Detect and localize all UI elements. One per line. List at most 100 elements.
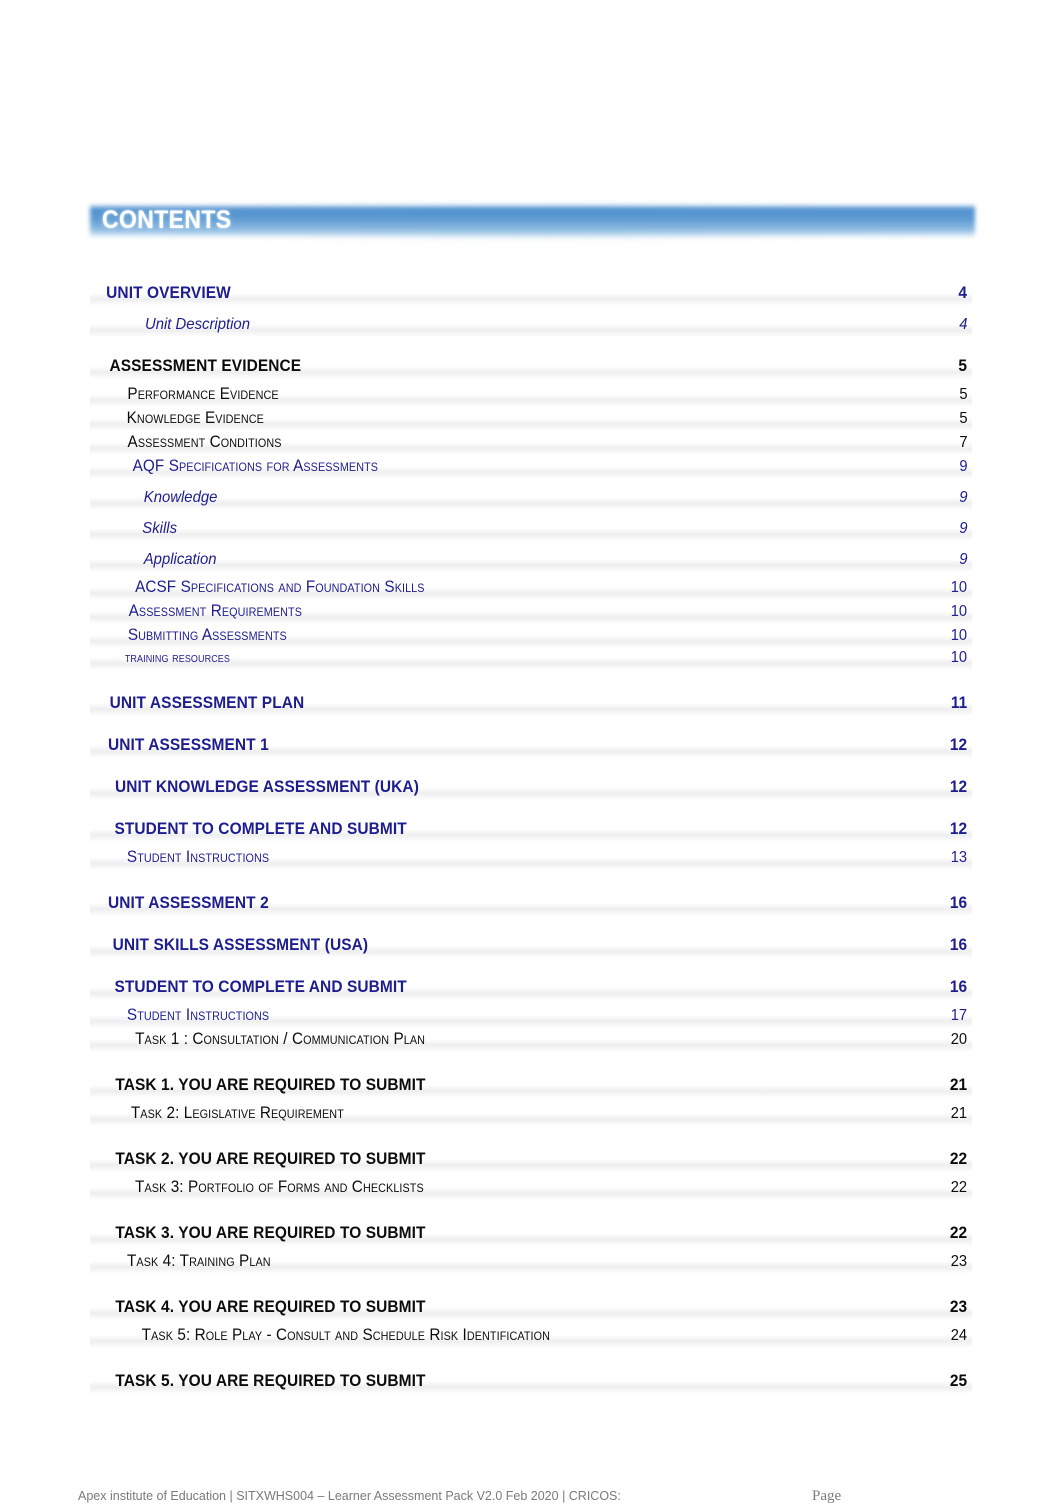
toc-entry[interactable]: Task 5: Role Play - Consult and Schedule…: [90, 1325, 972, 1348]
toc-entry-page-number: 20: [950, 1031, 968, 1048]
toc-entry[interactable]: Performance Evidence 5: [90, 384, 972, 407]
toc-row-shading: [90, 497, 972, 510]
toc-entry-page-number: 10: [950, 579, 968, 596]
toc-entry[interactable]: TASK 1. YOU ARE REQUIRED TO SUBMIT 21: [90, 1075, 972, 1098]
toc-entry-label: Student Instructions: [126, 847, 270, 866]
toc-entry-page-number: 7: [959, 434, 968, 451]
toc-entry-page-number: 23: [949, 1297, 968, 1316]
toc-entry-label: TRAINING RESOURCES: [124, 649, 230, 665]
toc-entry[interactable]: Assessment Requirements 10: [90, 601, 972, 624]
toc-entry[interactable]: Student Instructions 17: [90, 1005, 972, 1028]
toc-entry-page-number: 24: [950, 1327, 968, 1344]
toc-entry-label: AQF Specifications for Assessments: [132, 456, 379, 475]
toc-entry-page-number: 5: [959, 410, 968, 427]
toc-entry-page-number: 25: [949, 1371, 968, 1390]
toc-entry-label: Assessment Requirements: [128, 601, 303, 620]
toc-entry-page-number: 12: [949, 777, 968, 796]
toc-entry[interactable]: Skills 9: [90, 520, 972, 541]
toc-entry[interactable]: Task 4: Training Plan 23: [90, 1251, 972, 1274]
toc-entry-label: ASSESSMENT EVIDENCE: [109, 356, 302, 375]
toc-entry-page-number: 13: [950, 849, 968, 866]
footer-left-text: Apex institute of Education | SITXWHS004…: [78, 1489, 621, 1503]
toc-entry-page-number: 23: [950, 1253, 968, 1270]
toc-entry-page-number: 9: [959, 551, 968, 568]
toc-entry-label: TASK 1. YOU ARE REQUIRED TO SUBMIT: [115, 1075, 426, 1094]
toc-entry[interactable]: Assessment Conditions 7: [90, 432, 972, 455]
contents-banner: CONTENTS: [82, 198, 983, 246]
toc-entry[interactable]: ASSESSMENT EVIDENCE 5: [90, 356, 972, 379]
toc-entry-label: STUDENT TO COMPLETE AND SUBMIT: [114, 977, 407, 996]
toc-entry-label: Task 2: Legislative Requirement: [130, 1103, 344, 1122]
toc-entry[interactable]: ACSF Specifications and Foundation Skill…: [90, 577, 972, 600]
toc-entry[interactable]: Task 1 : Consultation / Communication Pl…: [90, 1029, 972, 1052]
toc-entry-page-number: 22: [949, 1223, 968, 1242]
toc-entry[interactable]: UNIT SKILLS ASSESSMENT (USA) 16: [90, 935, 972, 958]
toc-entry[interactable]: Submitting Assessments 10: [90, 625, 972, 648]
toc-entry-page-number: 9: [959, 520, 968, 537]
toc-entry-page-number: 5: [959, 386, 968, 403]
toc-entry-label: Submitting Assessments: [127, 625, 287, 644]
toc-entry-page-number: 10: [950, 649, 968, 666]
toc-entry-label: Application: [143, 551, 217, 568]
toc-entry-label: UNIT SKILLS ASSESSMENT (USA): [112, 935, 369, 954]
toc-entry-label: Knowledge Evidence: [126, 408, 264, 427]
toc-entry-label: TASK 3. YOU ARE REQUIRED TO SUBMIT: [115, 1223, 426, 1242]
toc-entry-label: Task 4: Training Plan: [126, 1251, 271, 1270]
toc-row-shading: [90, 528, 972, 541]
toc-entry-label: Skills: [142, 520, 178, 537]
toc-entry[interactable]: STUDENT TO COMPLETE AND SUBMIT 16: [90, 977, 972, 1000]
toc-entry-page-number: 5: [958, 356, 968, 375]
toc-entry[interactable]: STUDENT TO COMPLETE AND SUBMIT 12: [90, 819, 972, 842]
toc-entry-label: TASK 2. YOU ARE REQUIRED TO SUBMIT: [115, 1149, 426, 1168]
toc-entry-page-number: 9: [959, 458, 968, 475]
toc-entry[interactable]: Knowledge Evidence 5: [90, 408, 972, 431]
toc-entry-label: TASK 4. YOU ARE REQUIRED TO SUBMIT: [115, 1297, 426, 1316]
toc-entry-label: Performance Evidence: [127, 384, 279, 403]
toc-entry-page-number: 16: [949, 893, 968, 912]
toc-entry-label: TASK 5. YOU ARE REQUIRED TO SUBMIT: [115, 1371, 426, 1390]
toc-entry-label: Task 1 : Consultation / Communication Pl…: [135, 1029, 426, 1048]
document-page: CONTENTS UNIT OVERVIEW 4 Unit Description 4…: [0, 0, 1062, 1506]
toc-entry[interactable]: TASK 4. YOU ARE REQUIRED TO SUBMIT 23: [90, 1297, 972, 1320]
toc-entry[interactable]: Application 9: [90, 551, 972, 572]
toc-entry-label: ACSF Specifications and Foundation Skill…: [135, 577, 425, 596]
toc-entry-page-number: 22: [950, 1179, 968, 1196]
toc-entry[interactable]: Task 3: Portfolio of Forms and Checklist…: [90, 1177, 972, 1200]
toc-entry-page-number: 4: [958, 283, 968, 302]
toc-entry-label: STUDENT TO COMPLETE AND SUBMIT: [114, 819, 407, 838]
toc-entry[interactable]: AQF Specifications for Assessments 9: [90, 456, 972, 479]
toc-entry[interactable]: UNIT KNOWLEDGE ASSESSMENT (UKA) 12: [90, 777, 972, 800]
toc-entry[interactable]: UNIT ASSESSMENT PLAN 11: [90, 693, 972, 716]
toc-entry[interactable]: TASK 5. YOU ARE REQUIRED TO SUBMIT 25: [90, 1371, 972, 1394]
toc-entry[interactable]: TRAINING RESOURCES 10: [90, 649, 972, 670]
toc-entry-page-number: 9: [959, 489, 968, 506]
toc-entry-label: Assessment Conditions: [127, 432, 282, 451]
toc-entry-page-number: 12: [949, 735, 968, 754]
table-of-contents: UNIT OVERVIEW 4 Unit Description 4 ASSESSMEN…: [90, 283, 972, 1395]
toc-entry[interactable]: UNIT OVERVIEW 4: [90, 283, 972, 306]
toc-entry[interactable]: TASK 3. YOU ARE REQUIRED TO SUBMIT 22: [90, 1223, 972, 1246]
toc-entry-page-number: 16: [949, 935, 968, 954]
toc-entry[interactable]: Task 2: Legislative Requirement 21: [90, 1103, 972, 1126]
toc-entry-label: Unit Description: [144, 316, 250, 333]
toc-entry-label: Task 3: Portfolio of Forms and Checklist…: [135, 1177, 424, 1196]
toc-entry[interactable]: Unit Description 4: [90, 316, 972, 337]
toc-entry-page-number: 4: [959, 316, 968, 333]
toc-entry-page-number: 16: [949, 977, 968, 996]
toc-entry[interactable]: Knowledge 9: [90, 489, 972, 510]
toc-entry-label: Student Instructions: [126, 1005, 270, 1024]
toc-entry[interactable]: UNIT ASSESSMENT 1 12: [90, 735, 972, 758]
toc-entry-page-number: 22: [949, 1149, 968, 1168]
toc-entry-page-number: 11: [950, 693, 968, 712]
toc-entry[interactable]: UNIT ASSESSMENT 2 16: [90, 893, 972, 916]
toc-entry-page-number: 10: [950, 627, 968, 644]
toc-entry-page-number: 17: [950, 1007, 968, 1024]
toc-entry[interactable]: TASK 2. YOU ARE REQUIRED TO SUBMIT 22: [90, 1149, 972, 1172]
footer-page-label: Page: [812, 1489, 842, 1504]
toc-entry-label: UNIT OVERVIEW: [106, 283, 231, 302]
toc-entry-label: Knowledge: [143, 489, 218, 506]
toc-entry-label: UNIT KNOWLEDGE ASSESSMENT (UKA): [115, 777, 419, 796]
toc-entry[interactable]: Student Instructions 13: [90, 847, 972, 870]
toc-entry-label: Task 5: Role Play - Consult and Schedule…: [141, 1325, 551, 1344]
toc-entry-page-number: 12: [949, 819, 968, 838]
